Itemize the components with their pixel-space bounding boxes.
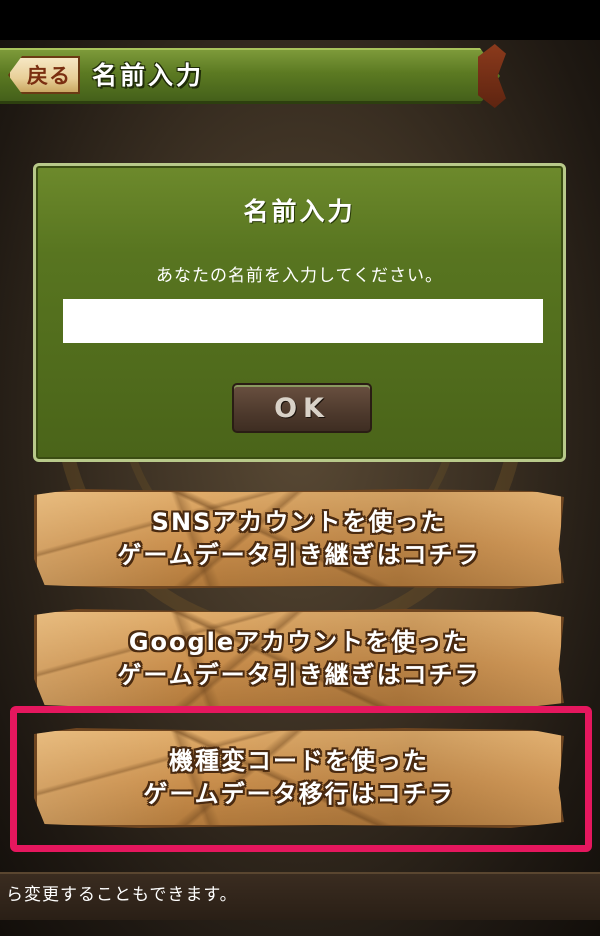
ok-button-label: OK [274, 392, 330, 424]
status-bar-area [0, 0, 600, 40]
dragon-tail-ornament [478, 44, 506, 108]
footer-text: ら変更することもできます。 [6, 885, 238, 905]
highlight-frame [10, 706, 592, 852]
google-transfer-button[interactable]: Googleアカウントを使った ゲームデータ引き継ぎはコチラ [34, 609, 564, 709]
name-entry-dialog: 名前入力 あなたの名前を入力してください。 OK [33, 163, 566, 462]
back-button[interactable]: 戻る [8, 56, 80, 94]
name-input[interactable] [63, 299, 543, 343]
back-button-label: 戻る [27, 64, 71, 88]
google-transfer-line1: Googleアカウントを使った [128, 628, 470, 656]
game-screen: 戻る 名前入力 名前入力 あなたの名前を入力してください。 OK SNSアカウン… [0, 0, 600, 936]
page-title: 名前入力 [92, 61, 205, 90]
dialog-title: 名前入力 [243, 197, 356, 226]
ok-button[interactable]: OK [232, 383, 372, 433]
sns-transfer-button[interactable]: SNSアカウントを使った ゲームデータ引き継ぎはコチラ [34, 489, 564, 589]
dialog-message: あなたの名前を入力してください。 [156, 266, 443, 286]
google-transfer-line2: ゲームデータ引き継ぎはコチラ [117, 661, 481, 689]
sns-transfer-line1: SNSアカウントを使った [151, 508, 447, 536]
sns-transfer-line2: ゲームデータ引き継ぎはコチラ [117, 541, 481, 569]
